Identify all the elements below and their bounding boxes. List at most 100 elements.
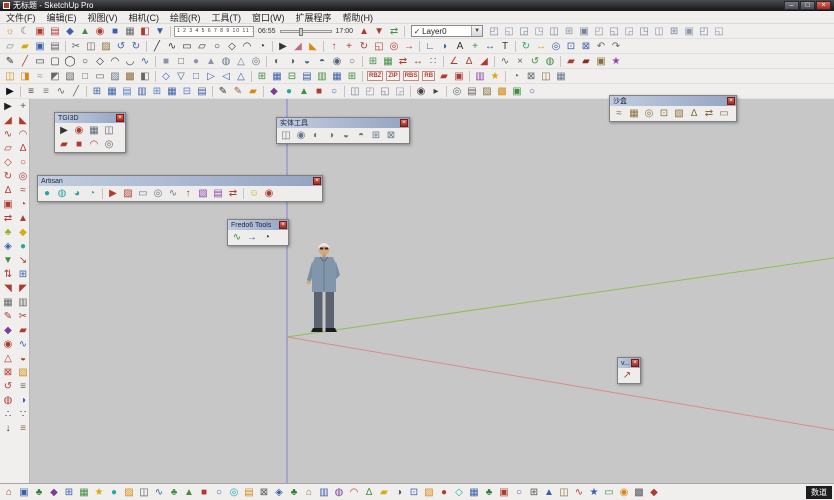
comp-box-5-icon[interactable]: ◫ xyxy=(547,25,561,38)
circle-purple-icon[interactable]: ◍ xyxy=(332,486,346,499)
delta-red-icon[interactable]: ∆ xyxy=(1,184,15,197)
table-7-icon[interactable]: ⊟ xyxy=(180,85,194,98)
scale-figure[interactable] xyxy=(303,240,345,336)
artisan-help-icon[interactable]: ☺ xyxy=(247,187,261,200)
gray-mesh-icon[interactable]: ▦ xyxy=(1,296,15,309)
grid-7-icon[interactable]: ⊞ xyxy=(345,70,359,83)
layer-dropdown[interactable]: ✓ Layer0 ▼ xyxy=(411,25,484,37)
teal-plugin-icon[interactable]: ● xyxy=(282,85,296,98)
stairs-icon-icon[interactable]: ≡ xyxy=(16,422,30,435)
stamp-icon[interactable]: ⊡ xyxy=(657,107,671,120)
paste-icon[interactable]: ▨ xyxy=(99,40,113,53)
tgi3d-camera-icon[interactable]: ◫ xyxy=(102,124,116,137)
misc-2-icon[interactable]: ⊠ xyxy=(524,70,538,83)
mesh-blue-icon[interactable]: ▦ xyxy=(467,486,481,499)
copy-icon[interactable]: ◫ xyxy=(84,40,98,53)
diamond-red-icon[interactable]: ◆ xyxy=(647,486,661,499)
comp-4-icon[interactable]: ◲ xyxy=(393,85,407,98)
purple-gem-icon[interactable]: ◆ xyxy=(1,324,15,337)
grid-blue-icon[interactable]: ▣ xyxy=(17,486,31,499)
gear-1-icon[interactable]: ◎ xyxy=(450,85,464,98)
plugin-format-chip[interactable]: RBS xyxy=(402,71,420,81)
solid-intersect-icon[interactable]: ◉ xyxy=(330,55,344,68)
circle-2-icon[interactable]: ○ xyxy=(78,55,92,68)
half-gray-icon[interactable]: ◑ xyxy=(392,486,406,499)
pan-tool-icon[interactable]: ↔ xyxy=(534,40,548,53)
bar-yellow-icon[interactable]: ▰ xyxy=(377,486,391,499)
iso-view-icon[interactable]: ◇ xyxy=(159,70,173,83)
wave-red-icon[interactable]: ∿ xyxy=(572,486,586,499)
shade-gray-icon[interactable]: ▩ xyxy=(632,486,646,499)
tri-out-red-icon[interactable]: △ xyxy=(1,352,15,365)
solid-shell-icon[interactable]: ○ xyxy=(345,55,359,68)
wave-blue-icon[interactable]: ∿ xyxy=(152,486,166,499)
triangle-tool-icon[interactable]: ∆ xyxy=(462,55,476,68)
comp-3-icon[interactable]: ◱ xyxy=(378,85,392,98)
shadow-time-slider[interactable] xyxy=(279,27,332,36)
edge-style-1-icon[interactable]: ≡ xyxy=(24,85,38,98)
plugin-format-chip[interactable]: RB xyxy=(422,71,436,81)
drawing-canvas[interactable] xyxy=(30,99,834,483)
comp-box-3-icon[interactable]: ◲ xyxy=(517,25,531,38)
corner-b-icon[interactable]: ◤ xyxy=(16,282,30,295)
zoom-tool-icon[interactable]: ◎ xyxy=(549,40,563,53)
toolbar-artisan-titlebar[interactable]: Artisan × xyxy=(38,176,322,186)
dot-red-icon[interactable]: ● xyxy=(437,486,451,499)
artisan-subdivide-icon[interactable]: ● xyxy=(40,187,54,200)
pie-tool-icon[interactable]: ◔ xyxy=(255,40,269,53)
panel-red-icon[interactable]: ▣ xyxy=(1,198,15,211)
scene-icon-icon[interactable]: ▣ xyxy=(510,85,524,98)
cut-icon[interactable]: ✂ xyxy=(69,40,83,53)
comp-box-10-icon[interactable]: ◲ xyxy=(622,25,636,38)
fredo6-move-icon[interactable]: → xyxy=(245,231,259,244)
select-tool-icon[interactable]: ▶ xyxy=(1,100,15,113)
redo-icon[interactable]: ↻ xyxy=(129,40,143,53)
comp-box-9-icon[interactable]: ◱ xyxy=(607,25,621,38)
artisan-flatten-icon[interactable]: ▭ xyxy=(136,187,150,200)
red-folder-1-icon[interactable]: ▰ xyxy=(564,55,578,68)
move-tool-icon[interactable]: + xyxy=(342,40,356,53)
yellow-tool-icon[interactable]: ◆ xyxy=(16,226,30,239)
marker-pen-icon[interactable]: ✎ xyxy=(231,85,245,98)
close-button[interactable]: × xyxy=(816,1,831,10)
box-wire-icon[interactable]: □ xyxy=(174,55,188,68)
menu-item[interactable]: 相机(C) xyxy=(129,11,160,24)
comp-box-16-icon[interactable]: ◱ xyxy=(712,25,726,38)
tri-outline-green-icon[interactable]: ∆ xyxy=(362,486,376,499)
scissors-red-icon[interactable]: ✂ xyxy=(16,310,30,323)
menu-item[interactable]: 工具(T) xyxy=(212,11,242,24)
open-rbz-icon[interactable]: ▰ xyxy=(437,70,451,83)
blue-plugin-3-icon[interactable]: ▼ xyxy=(153,25,167,38)
tri-green-icon[interactable]: ▲ xyxy=(182,486,196,499)
toolbar-mini-titlebar[interactable]: v... × xyxy=(618,358,640,368)
save-icon[interactable]: ▣ xyxy=(33,40,47,53)
close-icon[interactable]: × xyxy=(279,221,287,229)
rect-outline-icon[interactable]: ▭ xyxy=(33,55,47,68)
ellipse-tool-icon[interactable]: ◯ xyxy=(63,55,77,68)
toolbar-tgi3d-titlebar[interactable]: TGI3D × xyxy=(55,113,125,123)
line-red-icon[interactable]: ╱ xyxy=(18,55,32,68)
artisan-sculpt-icon[interactable]: ◕ xyxy=(70,187,84,200)
circle-red-icon[interactable]: ○ xyxy=(16,156,30,169)
tape-measure-tool-icon[interactable]: ∟ xyxy=(423,40,437,53)
maximize-button[interactable]: □ xyxy=(800,1,815,10)
axes-swap-icon[interactable]: ⇄ xyxy=(387,25,401,38)
solid-a-icon[interactable]: ⊞ xyxy=(369,129,383,142)
blue-gem-icon[interactable]: ◈ xyxy=(1,240,15,253)
comp-box-4-icon[interactable]: ◳ xyxy=(532,25,546,38)
red-plugin-2-icon[interactable]: ▤ xyxy=(48,25,62,38)
mesh-green-icon[interactable]: ▦ xyxy=(77,486,91,499)
grid-4-icon[interactable]: ▤ xyxy=(300,70,314,83)
ripple-red-icon[interactable]: ≈ xyxy=(16,184,30,197)
sq-red-icon[interactable]: ■ xyxy=(197,486,211,499)
toolbar-solid-titlebar[interactable]: 实体工具 × xyxy=(277,118,409,128)
menu-item[interactable]: 扩展程序 xyxy=(296,11,332,24)
wireframe-mode-icon[interactable]: □ xyxy=(78,70,92,83)
solid-split-icon[interactable]: ◓ xyxy=(315,55,329,68)
table-blue-icon[interactable]: ⊞ xyxy=(62,486,76,499)
tgi3d-arc-icon[interactable]: ◠ xyxy=(87,138,101,151)
date-spin-up-icon[interactable]: ▲ xyxy=(357,25,371,38)
plugin-store-icon[interactable]: ★ xyxy=(488,70,502,83)
smoove-icon[interactable]: ◎ xyxy=(642,107,656,120)
misc-4-icon[interactable]: ▦ xyxy=(554,70,568,83)
